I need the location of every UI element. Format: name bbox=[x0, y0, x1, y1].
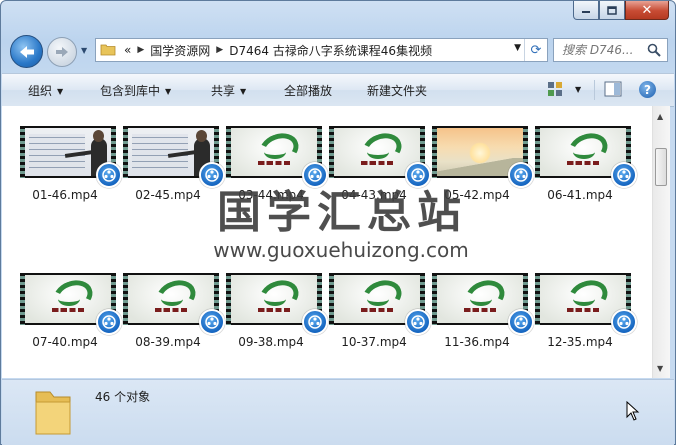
search-input[interactable] bbox=[562, 40, 648, 60]
file-item[interactable]: 07-40.mp4 bbox=[19, 273, 122, 378]
watermark-title: 国学汇总站 bbox=[217, 187, 467, 238]
file-item[interactable]: 02-45.mp4 bbox=[122, 126, 225, 246]
file-name: 10-37.mp4 bbox=[341, 335, 407, 349]
file-name: 07-40.mp4 bbox=[32, 335, 98, 349]
include-library-button[interactable]: 包含到库中 ▼ bbox=[100, 82, 171, 99]
arrow-right-icon bbox=[56, 47, 68, 57]
view-grid-icon bbox=[548, 82, 562, 96]
maximize-button[interactable] bbox=[599, 1, 625, 20]
file-name: 09-38.mp4 bbox=[238, 335, 304, 349]
breadcrumb-separator-icon[interactable]: ▶ bbox=[216, 45, 223, 55]
file-name: 08-39.mp4 bbox=[135, 335, 201, 349]
file-item[interactable]: 01-46.mp4 bbox=[19, 126, 122, 246]
chevron-down-icon: ▼ bbox=[81, 46, 88, 55]
media-player-icon bbox=[96, 309, 122, 335]
breadcrumb-item-current[interactable]: D7464 古禄命八字系统课程46集视频 bbox=[229, 42, 432, 59]
file-item[interactable]: 08-39.mp4 bbox=[122, 273, 225, 378]
forward-button[interactable] bbox=[47, 37, 77, 67]
scroll-down-icon[interactable]: ▼ bbox=[657, 364, 663, 373]
chevron-down-icon: ▼ bbox=[240, 87, 247, 96]
file-item[interactable]: 10-37.mp4 bbox=[328, 273, 431, 378]
caption-buttons: ✕ bbox=[573, 1, 669, 20]
file-name: 02-45.mp4 bbox=[135, 188, 201, 202]
arrow-left-icon bbox=[19, 45, 34, 58]
media-player-icon bbox=[405, 309, 431, 335]
change-view-button[interactable]: ▼ bbox=[547, 81, 581, 97]
chevron-down-icon: ▼ bbox=[575, 84, 582, 94]
close-button[interactable]: ✕ bbox=[625, 1, 669, 20]
file-item[interactable]: 12-35.mp4 bbox=[534, 273, 637, 378]
media-player-icon bbox=[611, 162, 637, 188]
media-player-icon bbox=[611, 309, 637, 335]
mouse-cursor-icon bbox=[626, 400, 640, 424]
share-label: 共享 bbox=[211, 84, 236, 98]
toolbar-divider bbox=[594, 80, 595, 100]
preview-pane-icon bbox=[604, 81, 622, 97]
media-player-icon bbox=[199, 309, 225, 335]
folder-icon bbox=[100, 42, 116, 59]
breadcrumb-item-root[interactable]: 国学资源网 bbox=[150, 42, 210, 59]
explorer-window: ✕ ▼ « ▶ 国学资源网 ▶ D7464 古禄命八字系统课程46集视频 ▼ ⟳… bbox=[0, 0, 676, 445]
minimize-button[interactable] bbox=[573, 1, 599, 20]
search-box[interactable] bbox=[553, 38, 668, 62]
maximize-icon bbox=[607, 5, 617, 15]
media-player-icon bbox=[508, 162, 534, 188]
share-button[interactable]: 共享 ▼ bbox=[211, 82, 246, 99]
media-player-icon bbox=[302, 309, 328, 335]
file-item[interactable]: 09-38.mp4 bbox=[225, 273, 328, 378]
vertical-scrollbar[interactable]: ▲ ▼ bbox=[652, 106, 670, 378]
file-name: 12-35.mp4 bbox=[547, 335, 613, 349]
file-name: 01-46.mp4 bbox=[32, 188, 98, 202]
close-icon: ✕ bbox=[641, 2, 653, 18]
minimize-icon bbox=[582, 11, 590, 13]
folder-icon bbox=[30, 382, 74, 441]
details-pane: 46 个对象 bbox=[2, 379, 674, 445]
address-history-dropdown-icon[interactable]: ▼ bbox=[514, 43, 521, 53]
breadcrumb-separator-icon[interactable]: ▶ bbox=[137, 45, 144, 55]
file-name: 06-41.mp4 bbox=[547, 188, 613, 202]
media-player-icon bbox=[508, 309, 534, 335]
back-button[interactable] bbox=[10, 35, 43, 68]
chevron-down-icon: ▼ bbox=[165, 87, 172, 96]
chevron-down-icon: ▼ bbox=[57, 87, 64, 96]
recent-pages-button[interactable]: ▼ bbox=[81, 46, 87, 55]
refresh-icon[interactable]: ⟳ bbox=[524, 39, 547, 61]
item-count: 46 个对象 bbox=[95, 390, 151, 404]
organize-label: 组织 bbox=[28, 84, 53, 98]
scrollbar-thumb[interactable] bbox=[655, 148, 667, 186]
command-bar: 组织 ▼ 包含到库中 ▼ 共享 ▼ 全部播放 新建文件夹 ▼ ? bbox=[2, 73, 674, 107]
file-item[interactable]: 11-36.mp4 bbox=[431, 273, 534, 378]
include-library-label: 包含到库中 bbox=[100, 84, 161, 98]
new-folder-button[interactable]: 新建文件夹 bbox=[367, 82, 427, 99]
organize-button[interactable]: 组织 ▼ bbox=[28, 82, 63, 99]
file-name: 11-36.mp4 bbox=[444, 335, 510, 349]
play-all-button[interactable]: 全部播放 bbox=[284, 82, 332, 99]
preview-pane-button[interactable] bbox=[604, 81, 622, 100]
help-icon[interactable]: ? bbox=[639, 81, 656, 98]
search-icon[interactable] bbox=[647, 43, 661, 60]
address-bar[interactable]: « ▶ 国学资源网 ▶ D7464 古禄命八字系统课程46集视频 ▼ ⟳ bbox=[95, 38, 548, 62]
breadcrumb-overflow[interactable]: « bbox=[124, 43, 131, 57]
file-item[interactable]: 06-41.mp4 bbox=[534, 126, 637, 246]
media-player-icon bbox=[96, 162, 122, 188]
watermark-url: www.guoxuehuizong.com bbox=[213, 238, 469, 262]
scroll-up-icon[interactable]: ▲ bbox=[657, 112, 663, 121]
